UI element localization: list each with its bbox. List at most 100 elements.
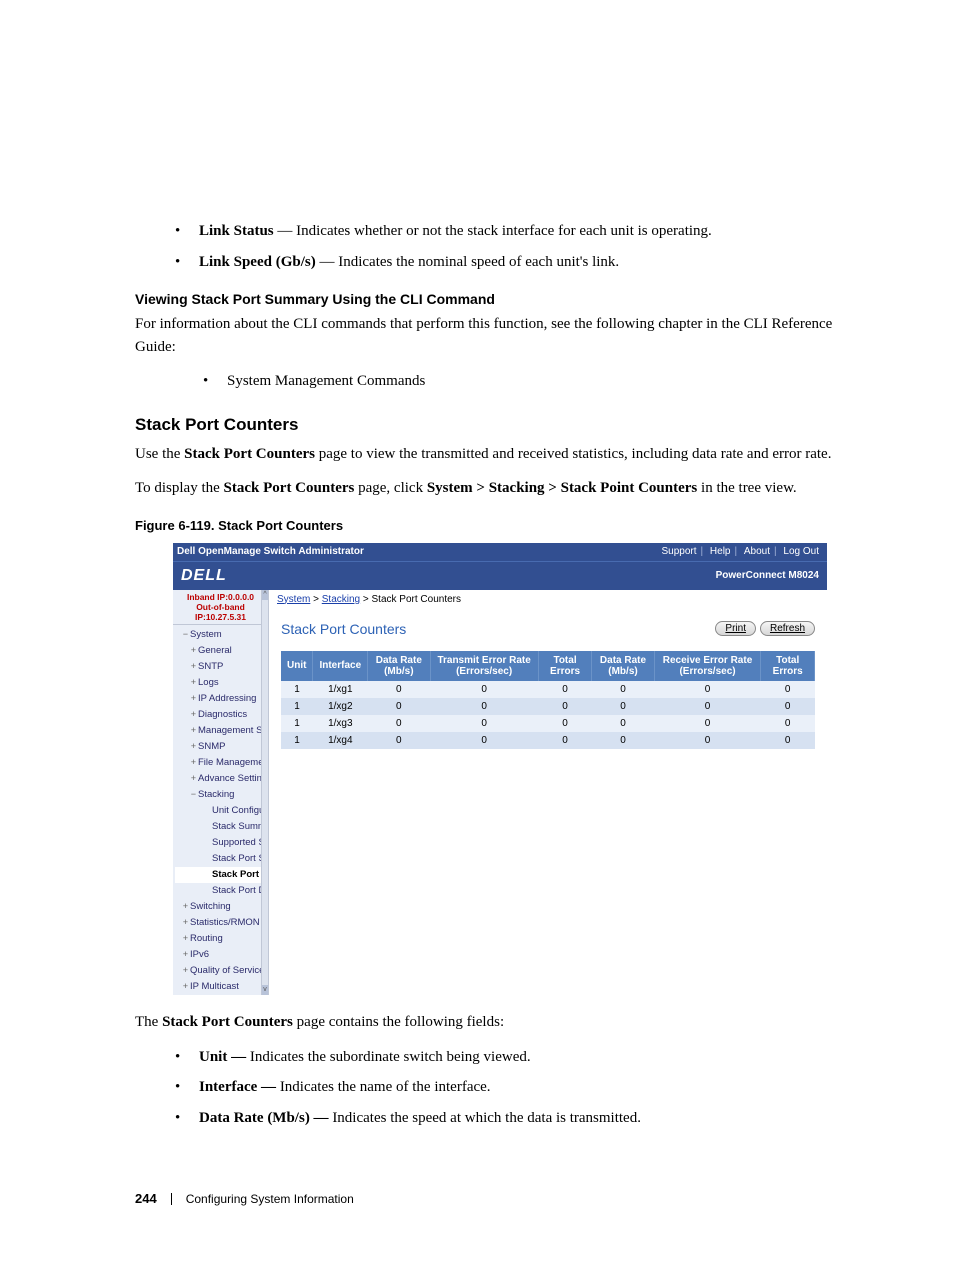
expand-icon[interactable]: + xyxy=(189,708,198,722)
link-about[interactable]: About xyxy=(744,546,770,557)
link-logout[interactable]: Log Out xyxy=(783,546,819,557)
term: Link Speed (Gb/s) xyxy=(199,254,316,270)
tree-node[interactable]: +Statistics/RMON xyxy=(175,915,268,931)
cell: 0 xyxy=(538,681,592,698)
tree-node[interactable]: +SNTP xyxy=(175,659,268,675)
sep: > xyxy=(360,594,371,605)
cell: 0 xyxy=(538,732,592,749)
expand-icon[interactable]: + xyxy=(189,724,198,738)
expand-icon[interactable]: + xyxy=(181,900,190,914)
cell: 0 xyxy=(430,698,538,715)
tree-node[interactable]: +Switching xyxy=(175,899,268,915)
t: page contains the following fields: xyxy=(293,1014,504,1030)
tree-node[interactable]: −Stacking xyxy=(175,787,268,803)
expand-icon[interactable]: + xyxy=(181,964,190,978)
column-header: Interface xyxy=(313,651,368,681)
link-support[interactable]: Support xyxy=(661,546,696,557)
cell: 1/xg3 xyxy=(313,715,368,732)
expand-icon[interactable]: + xyxy=(181,932,190,946)
tree-label: Stack Port Cou xyxy=(212,869,268,880)
expand-icon[interactable]: + xyxy=(181,916,190,930)
tree-label: SNMP xyxy=(198,741,225,752)
t: in the tree view. xyxy=(697,480,796,496)
term: Interface — xyxy=(199,1079,280,1095)
expand-icon[interactable]: + xyxy=(189,676,198,690)
tree-node[interactable]: +Quality of Service xyxy=(175,963,268,979)
expand-icon[interactable]: + xyxy=(189,692,198,706)
cell: 0 xyxy=(592,715,654,732)
term: Link Status xyxy=(199,223,274,239)
t: The xyxy=(135,1014,162,1030)
page: Link Status — Indicates whether or not t… xyxy=(0,0,954,1266)
tree-node[interactable]: +Advance Settings xyxy=(175,771,268,787)
tree-node[interactable]: +Routing xyxy=(175,931,268,947)
tree-label: Statistics/RMON xyxy=(190,917,260,928)
cell: 0 xyxy=(538,715,592,732)
tree-label: IP Addressing xyxy=(198,693,256,704)
expand-icon[interactable]: + xyxy=(189,644,198,658)
tree-node[interactable]: +IP Multicast xyxy=(175,979,268,995)
expand-icon[interactable]: − xyxy=(181,628,190,642)
expand-icon[interactable]: + xyxy=(189,660,198,674)
tree-node[interactable]: +IP Addressing xyxy=(175,691,268,707)
cell: 1/xg2 xyxy=(313,698,368,715)
tree-node[interactable]: −System xyxy=(175,627,268,643)
scroll-down-icon[interactable]: v xyxy=(262,985,268,995)
expand-icon[interactable]: + xyxy=(181,980,190,994)
expand-icon[interactable]: + xyxy=(189,772,198,786)
product-name: PowerConnect M8024 xyxy=(716,570,819,581)
tree-label: Stack Port Sumr xyxy=(212,853,268,864)
scroll-up-icon[interactable]: ^ xyxy=(262,590,268,600)
expand-icon[interactable]: + xyxy=(189,756,198,770)
cell: 0 xyxy=(368,715,430,732)
expand-icon[interactable]: + xyxy=(189,740,198,754)
table-row: 11/xg3000000 xyxy=(281,715,815,732)
tree-node[interactable]: +Management Secur xyxy=(175,723,268,739)
tree-node[interactable]: Stack Summary xyxy=(175,819,268,835)
crumb-current: Stack Port Counters xyxy=(372,594,461,605)
cell: 0 xyxy=(654,732,761,749)
expand-icon[interactable]: + xyxy=(181,948,190,962)
tree-node[interactable]: +General xyxy=(175,643,268,659)
tree-label: System xyxy=(190,629,222,640)
t: page to view the transmitted and receive… xyxy=(315,446,831,462)
tree-node[interactable]: Unit Configuratio xyxy=(175,803,268,819)
t: Stack Port Counters xyxy=(184,446,315,462)
sidebar-scrollbar[interactable]: ^ v xyxy=(261,590,268,996)
crumb-stacking[interactable]: Stacking xyxy=(322,594,360,605)
tree-label: Supported Switc xyxy=(212,837,268,848)
cell: 0 xyxy=(430,732,538,749)
cell: 0 xyxy=(761,715,815,732)
expand-icon[interactable]: − xyxy=(189,788,198,802)
tree-node[interactable]: +IPv6 xyxy=(175,947,268,963)
tree-node[interactable]: +SNMP xyxy=(175,739,268,755)
tree-node[interactable]: Supported Switc xyxy=(175,835,268,851)
tree-node[interactable]: Stack Port Sumr xyxy=(175,851,268,867)
tree-label: File Management xyxy=(198,757,268,768)
cli-paragraph: For information about the CLI commands t… xyxy=(135,313,834,358)
page-number: 244 xyxy=(135,1191,157,1206)
tree-node[interactable]: Stack Port Cou xyxy=(175,867,268,883)
cli-bullet: System Management Commands xyxy=(203,370,834,393)
tree-label: Unit Configuratio xyxy=(212,805,268,816)
print-button[interactable]: Print xyxy=(715,621,756,636)
tree-node[interactable]: +Diagnostics xyxy=(175,707,268,723)
tree-label: Logs xyxy=(198,677,219,688)
desc: Indicates the subordinate switch being v… xyxy=(250,1049,531,1065)
refresh-button[interactable]: Refresh xyxy=(760,621,815,636)
tree-node[interactable]: +File Management xyxy=(175,755,268,771)
tree-label: Management Secur xyxy=(198,725,268,736)
crumb-system[interactable]: System xyxy=(277,594,310,605)
cli-heading: Viewing Stack Port Summary Using the CLI… xyxy=(135,291,834,307)
link-help[interactable]: Help xyxy=(710,546,731,557)
oob-ip: Out-of-band IP:10.27.5.31 xyxy=(173,602,268,622)
tree-node[interactable]: Stack Port Diagn xyxy=(175,883,268,899)
cell: 0 xyxy=(592,681,654,698)
footer-divider xyxy=(171,1193,172,1205)
tree-node[interactable]: +Logs xyxy=(175,675,268,691)
tree-label: IPv6 xyxy=(190,949,209,960)
inband-ip: Inband IP:0.0.0.0 xyxy=(173,592,268,602)
t: Stack Port Counters xyxy=(162,1014,293,1030)
counters-table: UnitInterfaceData Rate (Mb/s)Transmit Er… xyxy=(281,651,815,749)
main-panel: System > Stacking > Stack Port Counters … xyxy=(269,590,827,996)
